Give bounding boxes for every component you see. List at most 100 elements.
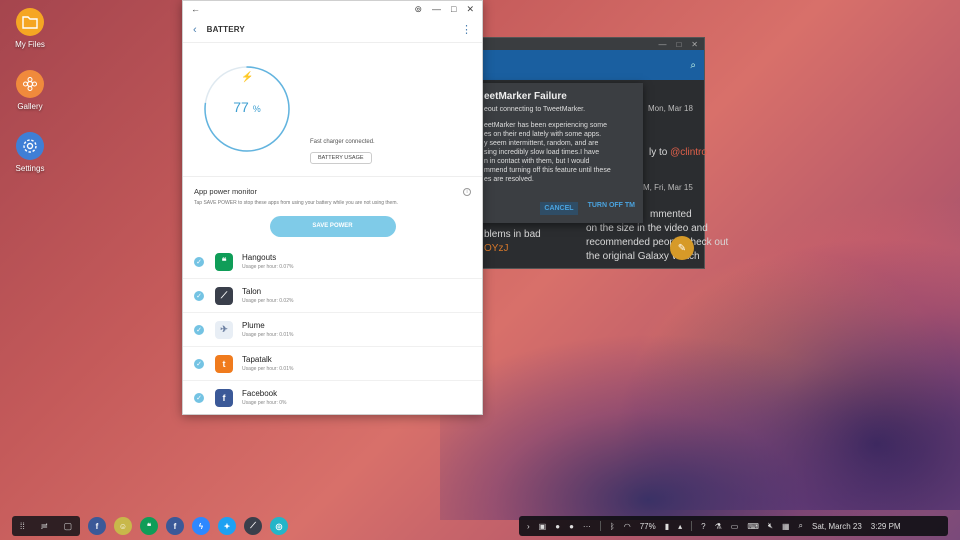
close-icon[interactable]: ✕ bbox=[466, 4, 474, 15]
plume-icon: ✈ bbox=[215, 320, 233, 339]
screen-icon[interactable]: ▭ bbox=[731, 522, 739, 531]
app-row-facebook[interactable]: ✓ f Facebook Usage per hour: 0% bbox=[183, 381, 482, 414]
app-toolbar: ⌕ bbox=[459, 50, 704, 80]
search-icon[interactable]: ⌕ bbox=[799, 521, 803, 531]
date-text[interactable]: Sat, March 23 bbox=[812, 522, 862, 531]
facebook-lite-app-icon[interactable]: f bbox=[166, 517, 184, 535]
dialog-body: eetMarker has been experiencing some es … bbox=[484, 122, 611, 183]
wallpaper-swirl-lower bbox=[440, 320, 960, 520]
app-name: Tapatalk bbox=[242, 355, 272, 364]
tweet-text-line: blems in bad bbox=[484, 229, 541, 240]
app-list: ✓ ❝ Hangouts Usage per hour: 0.07% ✓ ⟋ Talon Us… bbox=[183, 245, 482, 414]
minimize-icon[interactable]: — bbox=[658, 40, 666, 49]
help-icon[interactable]: ? bbox=[701, 522, 705, 531]
battery-percent: 77 % bbox=[203, 99, 291, 115]
dialog-title: eetMarker Failure bbox=[484, 91, 567, 102]
tweet-reply-line: ly to @clintro bbox=[649, 146, 707, 160]
desktop-icon-my-files[interactable]: My Files bbox=[10, 8, 50, 49]
desktop-icon-settings[interactable]: Settings bbox=[10, 132, 50, 173]
section-description: Tap SAVE POWER to stop these apps from u… bbox=[194, 200, 398, 206]
system-tray: › ▣ ● ● ··· ᛒ ◠ 77% ▮ ▴ ? ⚗ ▭ ⌨ 🔇︎ ▦ ⌕ S… bbox=[519, 516, 948, 536]
turn-off-tm-button[interactable]: TURN OFF TM bbox=[588, 202, 635, 215]
divider bbox=[599, 521, 601, 531]
checkbox-checked-icon[interactable]: ✓ bbox=[194, 290, 204, 301]
expand-arrow-icon[interactable]: › bbox=[527, 522, 530, 531]
talon-icon: ⟋ bbox=[215, 286, 233, 305]
app-name: Talon bbox=[242, 287, 262, 296]
gear-icon bbox=[16, 132, 44, 160]
cancel-button[interactable]: CANCEL bbox=[540, 202, 578, 215]
app-row-hangouts[interactable]: ✓ ❝ Hangouts Usage per hour: 0.07% bbox=[183, 245, 482, 279]
battery-percent-value: 77 bbox=[233, 99, 249, 115]
reply-handle[interactable]: @clintro bbox=[670, 147, 707, 158]
reply-text: ly to bbox=[649, 147, 668, 158]
facebook-app-icon[interactable]: f bbox=[88, 517, 106, 535]
dex-icon[interactable]: ▦ bbox=[782, 522, 790, 531]
desktop-icon-gallery[interactable]: Gallery bbox=[10, 70, 50, 111]
hangouts-icon: ❝ bbox=[215, 252, 233, 271]
battery-header: ‹ BATTERY ⋮ bbox=[183, 17, 482, 43]
recents-icon[interactable]: ≓ bbox=[40, 521, 48, 532]
notification-icon[interactable]: ● bbox=[555, 522, 560, 531]
pencil-icon: ✎ bbox=[677, 242, 687, 254]
save-power-button[interactable]: SAVE POWER bbox=[269, 216, 396, 237]
app-row-plume[interactable]: ✓ ✈ Plume Usage per hour: 0.01% bbox=[183, 313, 482, 347]
checkbox-checked-icon[interactable]: ✓ bbox=[194, 256, 204, 267]
messenger-app-icon[interactable]: ϟ bbox=[192, 517, 210, 535]
minimize-icon[interactable]: — bbox=[432, 4, 441, 15]
battery-percent-text[interactable]: 77% bbox=[640, 522, 656, 531]
talon-app-icon[interactable]: ⟋ bbox=[244, 517, 262, 535]
app-row-talon[interactable]: ✓ ⟋ Talon Usage per hour: 0.02% bbox=[183, 279, 482, 313]
contact-app-icon[interactable]: ☺ bbox=[114, 517, 132, 535]
checkbox-checked-icon[interactable]: ✓ bbox=[194, 358, 204, 369]
keyboard-icon[interactable]: ⌨ bbox=[747, 522, 759, 531]
search-icon[interactable]: ⌕ bbox=[690, 60, 696, 71]
bluetooth-icon[interactable]: ᛒ bbox=[610, 522, 615, 531]
battery-window[interactable]: ← ⊚ — □ ✕ ‹ BATTERY ⋮ ⚡ 77 % Fast charge… bbox=[182, 0, 483, 415]
desktop-icon-label: My Files bbox=[15, 40, 45, 49]
app-usage: Usage per hour: 0% bbox=[242, 400, 287, 406]
back-arrow-icon[interactable]: ← bbox=[191, 4, 200, 14]
folder-icon bbox=[16, 8, 44, 36]
mute-icon[interactable]: 🔇︎ bbox=[768, 521, 773, 531]
app-usage: Usage per hour: 0.07% bbox=[242, 264, 294, 270]
app-row-tapatalk[interactable]: ✓ t Tapatalk Usage per hour: 0.01% bbox=[183, 347, 482, 381]
screenshot-icon[interactable]: ▣ bbox=[539, 522, 547, 531]
close-icon[interactable]: ✕ bbox=[691, 40, 698, 49]
facebook-icon: f bbox=[215, 388, 233, 407]
app-usage: Usage per hour: 0.02% bbox=[242, 298, 294, 304]
battery-percent-unit: % bbox=[252, 104, 261, 114]
app-power-monitor: App power monitor i Tap SAVE POWER to st… bbox=[183, 177, 482, 237]
more-options-icon[interactable]: ⋮ bbox=[461, 23, 472, 36]
window-titlebar[interactable]: — □ ✕ bbox=[459, 38, 704, 50]
battery-icon[interactable]: ▮ bbox=[665, 522, 669, 531]
divider bbox=[691, 521, 693, 531]
hangouts-meet-app-icon[interactable]: ◎ bbox=[270, 517, 288, 535]
app-usage: Usage per hour: 0.01% bbox=[242, 332, 294, 338]
back-chevron-icon[interactable]: ‹ bbox=[193, 24, 197, 36]
time-text[interactable]: 3:29 PM bbox=[871, 522, 901, 531]
maximize-icon[interactable]: □ bbox=[451, 4, 456, 15]
wifi-icon[interactable]: ◠ bbox=[624, 522, 631, 531]
up-arrow-icon[interactable]: ▴ bbox=[678, 522, 682, 531]
window-titlebar[interactable]: ← ⊚ — □ ✕ bbox=[183, 1, 482, 17]
app-name: Facebook bbox=[242, 389, 278, 398]
twitter-app-icon[interactable]: ✦ bbox=[218, 517, 236, 535]
info-icon[interactable]: i bbox=[463, 187, 471, 196]
compose-fab[interactable]: ✎ bbox=[670, 236, 694, 260]
checkbox-checked-icon[interactable]: ✓ bbox=[194, 324, 204, 335]
checkbox-checked-icon[interactable]: ✓ bbox=[194, 392, 204, 403]
apps-grid-icon[interactable]: ⁞⁞ bbox=[20, 521, 25, 531]
tapatalk-icon: t bbox=[215, 354, 233, 373]
tweetmarker-failure-dialog: eetMarker Failure eout connecting to Twe… bbox=[478, 83, 643, 223]
more-notifications-icon[interactable]: ··· bbox=[583, 522, 591, 531]
lab-icon[interactable]: ⚗ bbox=[715, 522, 722, 531]
pin-icon[interactable]: ⊚ bbox=[414, 4, 422, 15]
hangouts-app-icon[interactable]: ❝ bbox=[140, 517, 158, 535]
tweet-link[interactable]: OYzJ bbox=[484, 242, 508, 256]
home-icon[interactable]: ▢ bbox=[64, 521, 73, 532]
battery-usage-button[interactable]: BATTERY USAGE bbox=[310, 152, 372, 164]
notification-icon[interactable]: ● bbox=[569, 522, 574, 531]
page-title: BATTERY bbox=[206, 25, 245, 34]
maximize-icon[interactable]: □ bbox=[676, 40, 681, 49]
